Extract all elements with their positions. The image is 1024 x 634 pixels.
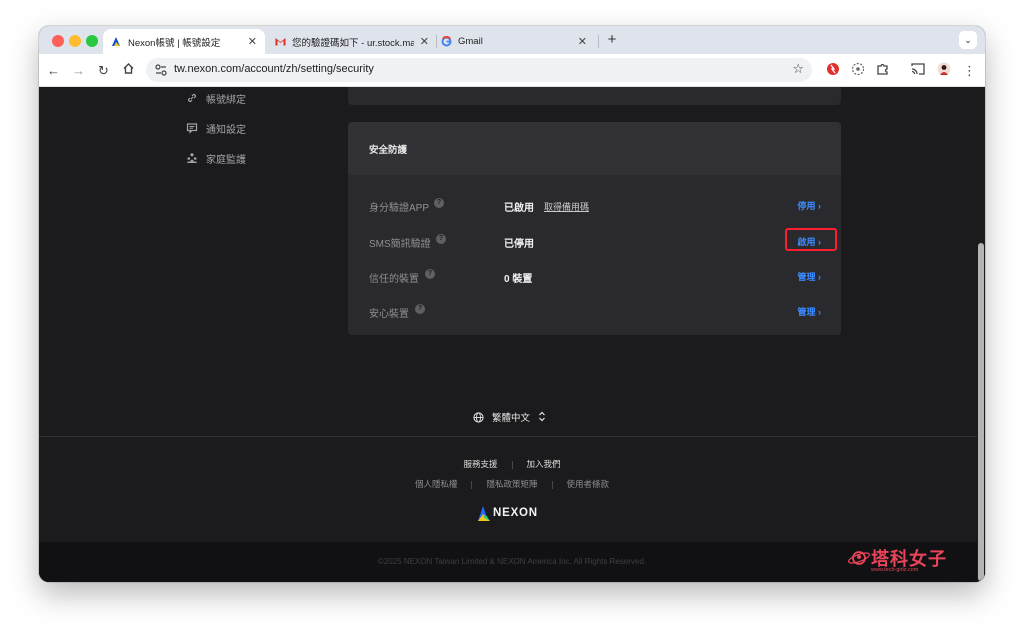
security-row-authenticator-app: 身分驗證APP ? 已啟用 取得備用碼 停用 ›	[348, 195, 841, 215]
manage-safe-devices-button[interactable]: 管理 ›	[797, 305, 821, 318]
url-text: tw.nexon.com/account/zh/setting/security	[174, 63, 374, 75]
chevron-right-icon: ›	[818, 307, 821, 317]
sidebar-item-label: 家庭監護	[206, 154, 246, 166]
address-bar[interactable]: tw.nexon.com/account/zh/setting/security…	[146, 58, 812, 82]
tab-nexon-account[interactable]: Nexon帳號 | 帳號設定 ✕	[103, 29, 265, 54]
get-backup-codes-link[interactable]: 取得備用碼	[544, 200, 589, 213]
browser-window: Nexon帳號 | 帳號設定 ✕ 您的驗證碼如下 - ur.stock.ma ✕…	[39, 26, 985, 582]
google-icon	[441, 36, 452, 47]
gmail-icon	[275, 36, 286, 47]
help-icon[interactable]: ?	[425, 269, 435, 279]
copyright-text: ©2025 NEXON Taiwan Limited & NEXON Ameri…	[377, 557, 647, 566]
footer-link-careers[interactable]: 加入我們	[527, 459, 561, 469]
extension-red-icon[interactable]	[824, 62, 841, 79]
security-row-label: 身分驗證APP	[369, 203, 430, 214]
disable-authenticator-button[interactable]: 停用 ›	[797, 199, 821, 212]
browser-menu-icon[interactable]: ⋮	[961, 62, 978, 79]
close-tab-icon[interactable]: ✕	[420, 35, 429, 48]
sidebar-item-family-guardian[interactable]: 家庭監護	[186, 150, 246, 166]
language-label: 繁體中文	[492, 413, 531, 424]
security-card-header: 安全防護	[348, 122, 841, 175]
security-row-trusted-devices: 信任的裝置 ? 0 裝置 管理 ›	[348, 266, 841, 286]
tab-gmail[interactable]: Gmail ✕	[433, 29, 595, 54]
tab-gmail-verification[interactable]: 您的驗證碼如下 - ur.stock.ma ✕	[267, 29, 437, 54]
tab-strip: Nexon帳號 | 帳號設定 ✕ 您的驗證碼如下 - ur.stock.ma ✕…	[39, 26, 985, 54]
footer-primary-links: 服務支援 加入我們	[39, 458, 985, 470]
family-icon	[186, 152, 198, 164]
page-content: 帳號綁定 通知設定 家庭監護 安全防護 身分驗證APP ? 已啟用 取得備用碼	[39, 87, 985, 582]
nexon-favicon-icon	[111, 36, 122, 47]
enable-sms-button[interactable]: 啟用 ›	[797, 235, 821, 248]
tab-title: Gmail	[458, 36, 483, 47]
footer-divider	[471, 480, 473, 489]
help-icon[interactable]: ?	[436, 234, 446, 244]
copyright-bar: ©2025 NEXON Taiwan Limited & NEXON Ameri…	[39, 542, 985, 582]
extension-shield-icon[interactable]	[849, 62, 866, 79]
chevron-right-icon: ›	[818, 201, 821, 211]
footer-link-privacy[interactable]: 個人隱私權	[415, 479, 458, 489]
profile-avatar-icon[interactable]	[935, 62, 952, 79]
tab-title: 您的驗證碼如下 - ur.stock.ma	[292, 37, 414, 49]
nexon-logo-text: NEXON	[493, 507, 538, 519]
footer-link-support[interactable]: 服務支援	[463, 459, 497, 469]
security-row-status: 已停用	[504, 239, 534, 250]
page-scrollbar[interactable]	[977, 87, 985, 582]
extensions-puzzle-icon[interactable]	[874, 62, 891, 79]
help-icon[interactable]: ?	[434, 198, 444, 208]
link-icon	[186, 92, 198, 104]
security-row-status: 0 裝置	[504, 274, 533, 285]
close-window-button[interactable]	[52, 35, 64, 47]
new-tab-button[interactable]: +	[603, 31, 621, 49]
scrollbar-thumb[interactable]	[978, 243, 984, 581]
watermark-girl-icon	[847, 551, 871, 565]
message-icon	[186, 122, 198, 134]
security-row-label: SMS簡訊驗證	[369, 239, 431, 250]
watermark: 塔科女子 www.tech-girlz.com	[847, 545, 947, 573]
tab-title: Nexon帳號 | 帳號設定	[128, 37, 221, 49]
globe-icon	[473, 411, 484, 423]
help-icon[interactable]: ?	[415, 304, 425, 314]
chevron-right-icon: ›	[818, 237, 821, 247]
nexon-logo-mark-icon	[477, 504, 491, 522]
bookmark-star-icon[interactable]: ☆	[792, 61, 804, 77]
close-tab-icon[interactable]: ✕	[248, 35, 257, 48]
site-settings-icon[interactable]	[154, 62, 168, 78]
chevron-up-down-icon	[538, 411, 546, 424]
tab-divider	[598, 35, 599, 48]
security-row-sms: SMS簡訊驗證 ? 已停用 啟用 ›	[348, 228, 841, 251]
security-row-status: 已啟用	[504, 203, 534, 214]
security-card-title: 安全防護	[369, 144, 408, 156]
footer-divider	[551, 480, 553, 489]
home-icon[interactable]	[120, 62, 137, 79]
footer-secondary-links: 個人隱私權 隱私政策矩陣 使用者條款	[39, 478, 985, 490]
watermark-url: www.tech-girlz.com	[871, 567, 919, 573]
sidebar-item-label: 通知設定	[206, 124, 246, 136]
cast-icon[interactable]	[909, 62, 926, 79]
forward-icon[interactable]: →	[70, 62, 87, 79]
back-icon[interactable]: ←	[45, 62, 62, 79]
tab-search-button[interactable]: ⌄	[959, 31, 977, 49]
language-selector[interactable]: 繁體中文	[473, 410, 546, 424]
chevron-right-icon: ›	[818, 272, 821, 282]
previous-settings-card	[348, 87, 841, 105]
footer-link-terms[interactable]: 使用者條款	[567, 479, 610, 489]
nexon-logo[interactable]: NEXON	[477, 503, 538, 523]
maximize-window-button[interactable]	[86, 35, 98, 47]
sidebar-item-notification-settings[interactable]: 通知設定	[186, 120, 246, 136]
security-card: 安全防護 身分驗證APP ? 已啟用 取得備用碼 停用 › SMS簡訊驗證 ? …	[348, 122, 841, 335]
manage-trusted-devices-button[interactable]: 管理 ›	[797, 270, 821, 283]
security-row-label: 信任的裝置	[369, 274, 419, 285]
sidebar-item-account-binding[interactable]: 帳號綁定	[186, 90, 246, 106]
browser-toolbar: ← → ↻ tw.nexon.com/account/zh/setting/se…	[39, 54, 985, 87]
security-row-safe-devices: 安心裝置 ? 管理 ›	[348, 301, 841, 321]
reload-icon[interactable]: ↻	[95, 62, 112, 79]
minimize-window-button[interactable]	[69, 35, 81, 47]
sidebar-item-label: 帳號綁定	[206, 94, 246, 106]
site-footer: 服務支援 加入我們 個人隱私權 隱私政策矩陣 使用者條款 NEXON	[39, 436, 985, 542]
close-tab-icon[interactable]: ✕	[578, 35, 587, 48]
security-row-label: 安心裝置	[369, 309, 409, 320]
footer-divider	[511, 460, 513, 469]
footer-link-privacy-matrix[interactable]: 隱私政策矩陣	[486, 479, 537, 489]
